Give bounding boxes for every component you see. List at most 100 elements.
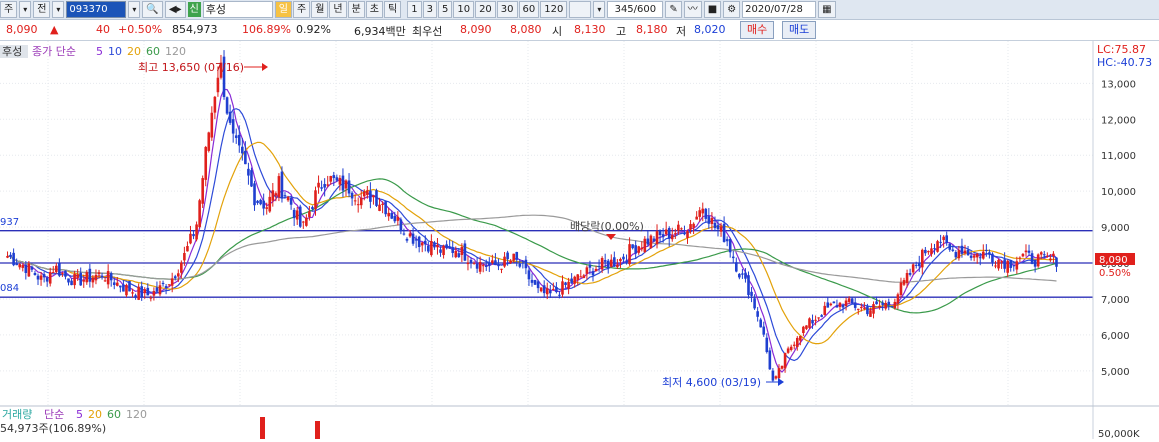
data-count-field[interactable]: 345/600 [607,1,664,18]
interval-tab[interactable]: 1 [407,1,422,18]
interval-tab[interactable]: 60 [518,1,540,18]
period-tab[interactable]: 틱 [384,1,402,18]
save-icon[interactable]: ■ [703,1,722,18]
interval-tab[interactable]: 3 [422,1,437,18]
candle-body [832,301,836,304]
best-ask: 8,090 [460,23,492,36]
candle-body [975,253,979,258]
interval-tab[interactable]: 10 [453,1,475,18]
mode-dropdown-icon[interactable]: ▾ [52,1,65,18]
candle-body [512,253,516,261]
high-label: 고 [616,25,627,38]
date-field[interactable]: 2020/07/28 [742,1,817,18]
candle-body [564,282,567,285]
interval-dropdown-icon[interactable]: ▾ [593,1,606,18]
candle-body [1039,252,1043,255]
candle-body [1049,258,1052,261]
candle-body [247,168,250,176]
candle-body [414,239,418,241]
candle-body [844,300,848,307]
candle-body [192,234,195,237]
candle-body [289,197,293,205]
candle-body [985,249,988,251]
candle-body [356,204,360,206]
candle-body [838,302,842,307]
period-tab[interactable]: 초 [365,1,383,18]
interval-tab[interactable]: 30 [496,1,518,18]
candle-body [518,263,522,267]
volume-value: 854,973 [172,23,218,36]
candle-body [39,275,43,280]
period-tab[interactable]: 주 [292,1,311,18]
interval-input[interactable] [569,1,592,18]
candle-body [753,298,756,309]
candle-body [125,284,128,296]
stock-code-input[interactable]: 093370 [66,1,127,18]
candle-body [869,310,872,317]
period-tab[interactable]: 일 [274,1,292,18]
chart-svg[interactable]: 13,00012,00011,00010,0009,0008,0007,0006… [0,41,1159,440]
candle-body [768,350,772,370]
candle-body [347,180,351,194]
candle-body [146,287,150,296]
legend-ma-item: 5 [96,45,103,58]
candle-body [12,252,15,266]
low-annotation: 최저 4,600 (03/19) [662,376,761,389]
market-dropdown-icon[interactable]: ▾ [19,1,32,18]
interval-tab[interactable]: 5 [437,1,453,18]
candle-body [103,280,107,282]
candle-body [625,260,628,262]
candle-body [817,317,820,319]
candle-body [521,262,525,264]
candle-body [85,272,89,283]
candle-body [936,241,939,252]
interval-tab[interactable]: 120 [540,1,568,18]
candle-body [475,263,479,269]
sound-icon[interactable]: ◀▸ [164,1,186,18]
candle-body [823,305,827,315]
price-chart[interactable]: 13,00012,00011,00010,0009,0008,0007,0006… [0,41,1159,440]
calendar-icon[interactable]: ▦ [818,1,836,18]
candle-body [292,209,296,219]
candle-body [561,281,564,295]
y-tick-label: 5,000 [1101,367,1130,378]
candle-body [311,207,314,210]
chart-tool-icon[interactable]: ✎ [665,1,682,18]
candle-body [530,279,534,283]
candle-body [1024,250,1028,253]
high-annotation: 최고 13,650 (07/16) [138,61,244,74]
candle-body [484,265,488,268]
candle-body [244,150,247,165]
candle-body [149,297,153,299]
candle-body [1006,260,1009,273]
sell-button[interactable]: 매도 [782,21,817,39]
interval-tab[interactable]: 20 [475,1,496,18]
candle-body [1003,259,1006,269]
mode-select[interactable]: 전 [33,1,51,18]
candle-body [112,282,116,285]
candle-body [960,245,964,254]
candle-body [320,187,323,189]
settings-icon[interactable]: ⚙ [723,1,741,18]
candle-body [201,178,204,204]
candle-body [314,190,317,209]
search-icon[interactable]: 🔍 [142,1,163,18]
candle-body [930,248,933,255]
candle-body [359,197,363,206]
period-tab[interactable]: 월 [311,1,329,18]
market-select[interactable]: 주 [0,1,18,18]
period-tab[interactable]: 분 [347,1,365,18]
candle-body [631,244,634,249]
candle-body [115,282,119,286]
candle-body [271,190,275,201]
candle-body [402,233,406,235]
code-dropdown-icon[interactable]: ▾ [128,1,141,18]
candle-body [305,217,308,226]
candle-body [866,306,869,315]
candle-body [527,270,531,280]
period-tab[interactable]: 년 [329,1,347,18]
candle-body [558,294,561,296]
indicator-icon[interactable]: 〰 [683,1,702,18]
stock-name-field[interactable]: 후성 [202,1,273,18]
buy-button[interactable]: 매수 [740,21,775,39]
